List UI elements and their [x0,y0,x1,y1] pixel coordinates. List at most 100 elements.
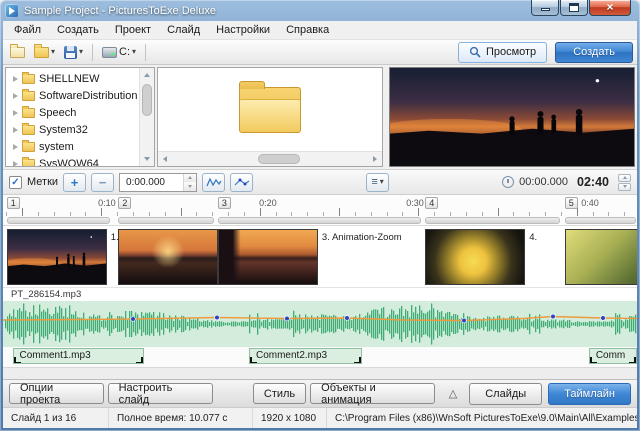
slide-marker-1[interactable]: 1 [7,197,20,209]
project-options-button[interactable]: Опции проекта [9,383,104,404]
drive-icon [102,47,117,58]
slide-duration-bar-4[interactable] [425,217,560,224]
drive-selector[interactable]: C: ▾ [99,42,139,63]
menu-settings[interactable]: Настройки [208,22,278,38]
scroll-track[interactable] [140,82,154,152]
slide-thumbnail-1[interactable]: 1. Op [7,229,107,285]
scroll-down-button[interactable] [140,152,154,166]
scroll-thumb[interactable] [258,154,300,164]
dropdown-arrow-icon: ▾ [380,178,384,186]
save-icon [64,46,77,59]
scroll-right-button[interactable] [368,152,382,166]
slide-marker-5[interactable]: 5 [565,197,578,209]
tree-item-label: system [39,141,74,153]
slide-duration-bar-1[interactable] [7,217,110,224]
menu-file[interactable]: Файл [6,22,49,38]
style-button[interactable]: Стиль [253,383,306,404]
slide-duration-bar-3[interactable] [218,217,421,224]
preview-button[interactable]: Просмотр [458,42,547,63]
scroll-thumb[interactable] [142,84,152,116]
audio-clip-comment1[interactable]: Comment1.mp3 [13,348,145,364]
maximize-button[interactable] [560,0,588,16]
audio-waveform-svg[interactable] [3,301,637,347]
add-point-button[interactable]: + [63,173,86,192]
minimize-button[interactable] [531,0,559,16]
slide-duration-bar-5[interactable] [565,217,636,224]
ruler-time-020: 0:20 [259,198,277,208]
file-horizontal-scrollbar[interactable] [158,151,382,166]
slide-thumbnail-2[interactable]: 2. [118,229,218,285]
arrow-down-icon [144,157,150,161]
slide-thumbnail-5[interactable] [565,229,637,285]
scroll-left-button[interactable] [158,152,172,166]
tree-item-system32[interactable]: System32 [6,121,139,138]
slide-duration-bar-2[interactable] [118,217,214,224]
expand-arrow-icon[interactable] [13,110,18,116]
tree-item-system[interactable]: system [6,138,139,155]
slide-marker-4[interactable]: 4 [425,197,438,209]
remove-point-button[interactable]: − [91,173,114,192]
timeline-menu-button[interactable]: ≡▾ [366,173,389,192]
panel-down-button[interactable] [618,183,631,191]
titlebar[interactable]: Sample Project - PicturesToExe Deluxe × [3,0,637,21]
tab-slides[interactable]: Слайды [469,383,542,405]
tree-item-softwaredistribution[interactable]: SoftwareDistribution [6,87,139,104]
scroll-track[interactable] [172,152,368,166]
bottom-toolbar: Опции проекта Настроить слайд Стиль Объе… [3,379,637,407]
time-spinbox[interactable]: 0:00.000 [119,173,197,192]
customize-slide-button[interactable]: Настроить слайд [108,383,213,404]
new-folder-icon [10,47,25,58]
arrow-up-icon [144,73,150,77]
open-folder-icon [34,47,49,58]
timeline-scroll-area[interactable] [3,367,637,379]
folder-icon [22,91,35,101]
tree-item-speech[interactable]: Speech [6,104,139,121]
menu-help[interactable]: Справка [278,22,337,38]
envelope-button[interactable] [230,173,253,192]
audio-clip-comment2[interactable]: Comment2.mp3 [249,348,362,364]
tree-item-syswow64[interactable]: SysWOW64 [6,155,139,166]
slide-marker-2[interactable]: 2 [118,197,131,209]
folder-thumbnail-icon[interactable] [239,87,301,133]
triangle-up-icon: △ [449,388,457,400]
close-button[interactable]: × [589,0,631,16]
timeline-ruler[interactable]: 1 2 3 4 5 0:10 0:20 0:30 0:40 [3,195,637,226]
slide-thumbnail-4[interactable]: 4. [425,229,525,285]
button-label: Объекты и анимация [321,382,424,406]
check-icon: ✓ [11,177,19,188]
expand-arrow-icon[interactable] [13,127,18,133]
status-total-time: Полное время: 10.077 с [109,408,253,428]
scroll-up-button[interactable] [140,68,154,82]
tab-timeline[interactable]: Таймлайн [548,383,631,405]
tree-vertical-scrollbar[interactable] [139,68,154,166]
audio-clip-comment3[interactable]: Comm [589,348,637,364]
open-project-button[interactable]: ▾ [31,42,58,63]
new-project-button[interactable] [7,42,28,63]
expand-arrow-icon[interactable] [13,144,18,150]
menu-project[interactable]: Проект [107,22,159,38]
dropdown-arrow-icon: ▾ [132,48,136,56]
audio-waveform-track[interactable] [3,301,637,347]
expand-arrow-icon[interactable] [13,93,18,99]
objects-animation-button[interactable]: Объекты и анимация [310,383,435,404]
spin-down-button[interactable] [184,182,196,191]
expand-arrow-icon[interactable] [13,76,18,82]
save-button[interactable]: ▾ [61,42,86,63]
waveform-view-button[interactable] [202,173,225,192]
button-label: Опции проекта [20,382,93,406]
marks-checkbox[interactable]: ✓ [9,176,22,189]
collapse-panel-button[interactable]: △ [443,387,463,400]
slide-thumbnail-3[interactable]: 3. Animation-Zoom [218,229,318,285]
slide-5-image [565,229,637,285]
file-list[interactable] [158,68,382,151]
panel-updown-buttons [618,174,631,191]
spin-up-button[interactable] [184,174,196,183]
spinner-arrows[interactable] [183,174,196,191]
create-button[interactable]: Создать [555,42,633,63]
menu-create[interactable]: Создать [49,22,107,38]
tree-item-shellnew[interactable]: SHELLNEW [6,70,139,87]
menu-slide[interactable]: Слайд [159,22,208,38]
panel-up-button[interactable] [618,174,631,182]
slide-marker-3[interactable]: 3 [218,197,231,209]
expand-arrow-icon[interactable] [13,161,18,167]
